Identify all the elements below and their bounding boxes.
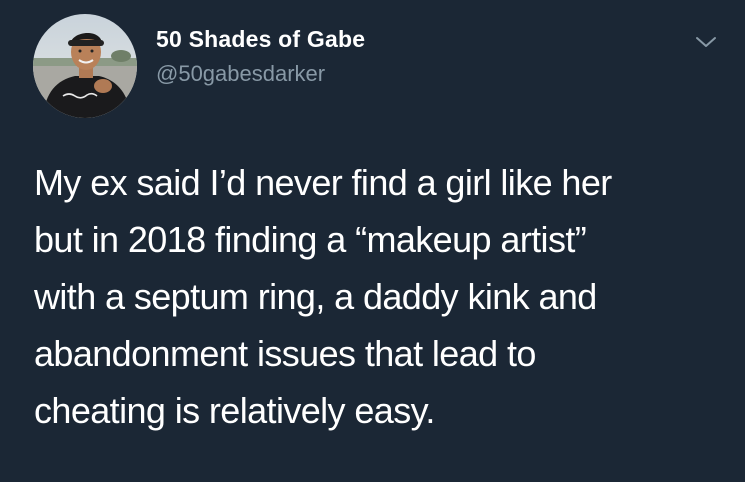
author-display-name[interactable]: 50 Shades of Gabe xyxy=(156,26,365,53)
tweet-text: My ex said I’d never find a girl like he… xyxy=(34,154,734,439)
author-handle[interactable]: @50gabesdarker xyxy=(156,61,325,87)
tweet-menu-button[interactable] xyxy=(694,33,718,51)
tweet-text-line: but in 2018 finding a “makeup artist” xyxy=(34,219,587,260)
chevron-down-icon xyxy=(696,37,716,47)
tweet-text-line: with a septum ring, a daddy kink and xyxy=(34,276,597,317)
profile-photo-icon xyxy=(33,14,137,118)
tweet-text-line: My ex said I’d never find a girl like he… xyxy=(34,162,612,203)
tweet-text-line: abandonment issues that lead to xyxy=(34,333,536,374)
tweet-text-line: cheating is relatively easy. xyxy=(34,390,435,431)
author-avatar[interactable] xyxy=(33,14,137,118)
tweet-card: 50 Shades of Gabe @50gabesdarker My ex s… xyxy=(0,0,745,482)
